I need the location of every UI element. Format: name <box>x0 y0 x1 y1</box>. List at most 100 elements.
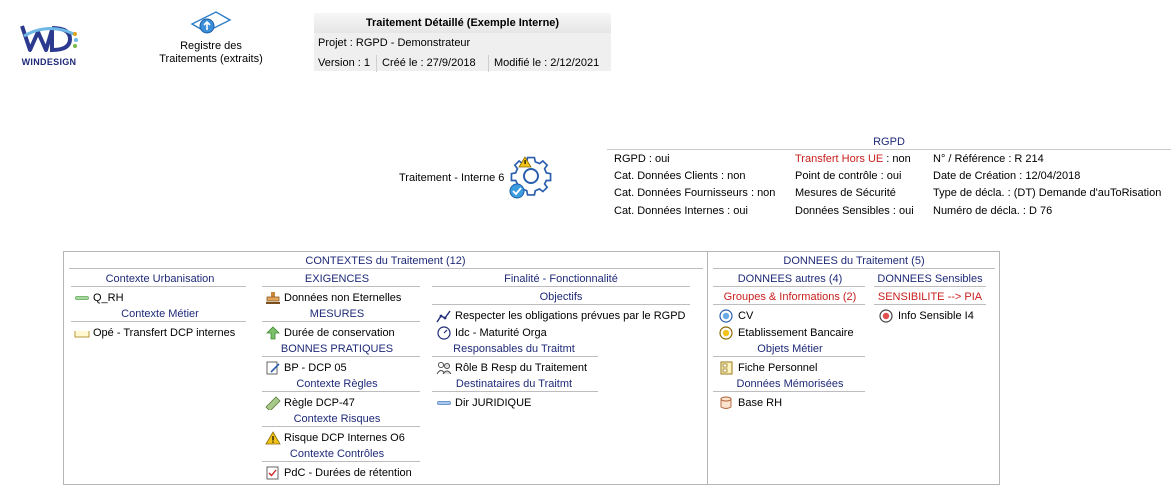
list-item-q-rh[interactable]: Q_RH <box>74 291 124 305</box>
item-label: CV <box>738 310 754 322</box>
registre-label-2: Traitements (extraits) <box>159 53 263 65</box>
info-circle-red-icon <box>879 309 895 323</box>
finalite-title: Finalité - Fonctionnalité <box>504 273 618 285</box>
cat-fournisseurs: Cat. Données Fournisseurs : non <box>614 187 776 199</box>
donnees-autres-title: DONNEES autres (4) <box>737 273 843 285</box>
document-edit-icon <box>265 361 281 375</box>
objectifs-title: Objectifs <box>539 291 583 303</box>
donnees-sensibles-title: DONNEES Sensibles <box>877 273 983 285</box>
line <box>713 268 995 269</box>
line <box>262 391 420 392</box>
line <box>432 304 690 305</box>
item-label: Dir JURIDIQUE <box>455 397 532 409</box>
destinataires-title: Destinataires du Traitmt <box>455 378 573 390</box>
registre-label-1: Registre des <box>180 40 242 52</box>
header-modifie: Modifié le : 2/12/2021 <box>488 55 599 72</box>
stamp-icon <box>265 291 281 305</box>
warning-icon <box>265 431 281 445</box>
traitement-label: Traitement - Interne 6 <box>399 172 505 184</box>
destinataire-bar-icon <box>436 396 452 410</box>
donnees-sensibles-flag: Données Sensibles : oui <box>795 205 914 217</box>
cat-clients: Cat. Données Clients : non <box>614 170 746 182</box>
list-item-respecter-obligations[interactable]: Respecter les obligations prévues par le… <box>436 309 686 323</box>
line <box>262 286 420 287</box>
item-label: Opé - Transfert DCP internes <box>93 327 236 339</box>
gauge-icon <box>436 326 452 340</box>
header-version: Version : 1 <box>318 57 370 69</box>
type-decla: Type de décla. : (DT) Demande d'auToRisa… <box>933 187 1162 199</box>
transfert-value: : non <box>883 153 911 165</box>
point-controle: Point de contrôle : oui <box>795 170 902 182</box>
list-item-donnees-non-eternelles[interactable]: Données non Eternelles <box>265 291 401 305</box>
list-item-pdc-durees[interactable]: PdC - Durées de rétention <box>265 466 412 480</box>
transfert-hors-ue: Transfert Hors UE : non <box>795 153 911 165</box>
donnees-header: DONNEES du Traitement (5) <box>783 255 925 267</box>
item-label: Etablissement Bancaire <box>738 327 854 339</box>
sensibilite-pia-title: SENSIBILITE --> PIA <box>877 291 983 303</box>
line <box>262 426 420 427</box>
ctx-urbanisation-title: Contexte Urbanisation <box>105 273 215 285</box>
line <box>713 304 865 305</box>
arrow-up-icon <box>265 326 281 340</box>
business-object-icon <box>719 361 735 375</box>
reference: N° / Référence : R 214 <box>933 153 1044 165</box>
list-item-fiche-personnel[interactable]: Fiche Personnel <box>719 361 818 375</box>
numero-decla: Numéro de décla. : D 76 <box>933 205 1053 217</box>
urbanisation-bar-icon <box>74 291 90 305</box>
line <box>262 321 420 322</box>
ctx-controles-title: Contexte Contrôles <box>289 448 385 460</box>
groupes-informations-title: Groupes & Informations (2) <box>723 291 857 303</box>
list-item-etablissement-bancaire[interactable]: Etablissement Bancaire <box>719 326 854 340</box>
contextes-header-line <box>69 268 703 269</box>
header-cree: Créé le : 27/9/2018 <box>376 55 476 72</box>
users-icon <box>436 361 452 375</box>
list-item-role-b[interactable]: Rôle B Resp du Traitement <box>436 361 587 375</box>
list-item-regle-dcp-47[interactable]: Règle DCP-47 <box>265 396 355 412</box>
line <box>432 391 598 392</box>
list-item-cv[interactable]: CV <box>719 309 753 323</box>
objets-metier-title: Objets Métier <box>757 343 823 355</box>
header-projet: Projet : RGPD - Demonstrateur <box>318 37 471 49</box>
list-item-ope-transfert[interactable]: Opé - Transfert DCP internes <box>74 326 235 340</box>
line <box>262 356 420 357</box>
cat-internes: Cat. Données Internes : oui <box>614 205 748 217</box>
panel-divider <box>707 251 708 485</box>
metier-process-icon <box>74 326 90 340</box>
info-circle-blue-icon <box>719 309 735 323</box>
logo-text: WINDESIGN <box>21 57 77 67</box>
trend-icon <box>436 309 452 323</box>
line <box>71 321 246 322</box>
list-item-info-sensible-i4[interactable]: Info Sensible I4 <box>879 309 974 323</box>
item-label: Info Sensible I4 <box>898 310 974 322</box>
ruler-icon <box>265 396 281 412</box>
rgpd-flag: RGPD : oui <box>614 153 670 165</box>
item-label: Risque DCP Internes O6 <box>284 432 405 444</box>
item-label: Idc - Maturité Orga <box>455 327 547 339</box>
date-creation: Date de Création : 12/04/2018 <box>933 170 1081 182</box>
item-label: Données non Eternelles <box>284 292 402 304</box>
responsables-title: Responsables du Traitmt <box>453 343 575 355</box>
donnees-memorisees-title: Données Mémorisées <box>736 378 844 390</box>
ctx-regles-title: Contexte Règles <box>296 378 378 390</box>
list-item-dir-juridique[interactable]: Dir JURIDIQUE <box>436 396 531 410</box>
list-item-duree-conservation[interactable]: Durée de conservation <box>265 326 395 340</box>
checklist-icon <box>265 466 281 480</box>
registre-link[interactable]: Registre des Traitements (extraits) <box>152 10 270 72</box>
list-item-base-rh[interactable]: Base RH <box>719 396 782 410</box>
line <box>713 356 865 357</box>
line <box>874 304 986 305</box>
ctx-risques-title: Contexte Risques <box>293 413 381 425</box>
line <box>713 286 865 287</box>
list-item-bp-dcp-05[interactable]: BP - DCP 05 <box>265 361 347 375</box>
item-label: Fiche Personnel <box>738 362 818 374</box>
item-label: BP - DCP 05 <box>284 362 347 374</box>
database-icon <box>719 396 735 410</box>
traitement-gear-icon[interactable] <box>505 155 555 201</box>
item-label: Respecter les obligations prévues par le… <box>455 310 686 322</box>
list-item-idc-maturite[interactable]: Idc - Maturité Orga <box>436 326 547 340</box>
line <box>262 461 420 462</box>
traitement-header: Traitement Détaillé (Exemple Interne) Pr… <box>314 13 611 72</box>
list-item-risque-dcp[interactable]: Risque DCP Internes O6 <box>265 431 405 445</box>
contextes-header: CONTEXTES du Traitement (12) <box>305 255 466 267</box>
line <box>874 286 986 287</box>
